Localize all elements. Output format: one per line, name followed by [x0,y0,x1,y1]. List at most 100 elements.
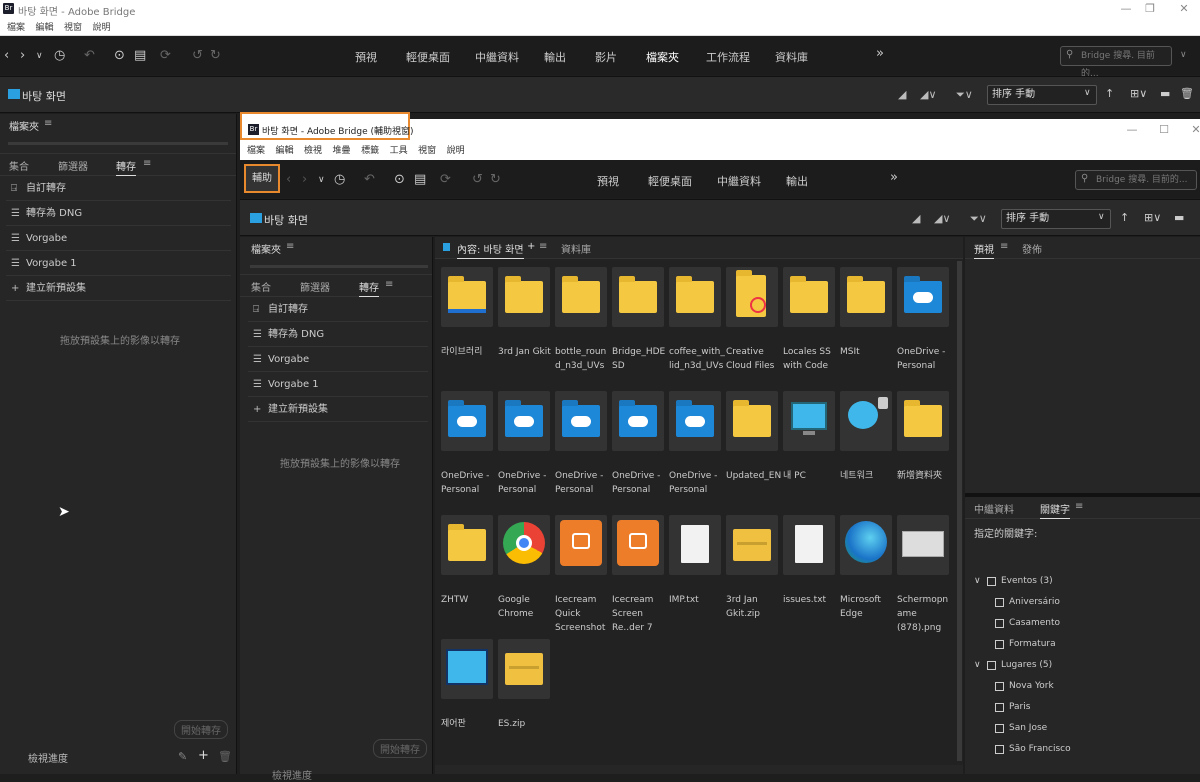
view-progress-link[interactable]: 檢視進度 [28,750,68,765]
filter-icon[interactable]: ⏷∨ [956,88,973,102]
thumbnail-item[interactable]: Google Chrome [498,515,554,633]
thumbnail[interactable] [783,391,835,451]
preset-dng[interactable]: ☰ 轉存為 DNG [6,201,231,226]
rotate-left-icon[interactable]: ↺ [472,171,483,189]
new-preset-button[interactable]: + 建立新預設集 [248,397,428,422]
thumbnail[interactable] [441,639,493,699]
rotate-left-icon[interactable]: ↺ [192,47,203,65]
menu-file[interactable]: 檔案 [247,143,265,160]
thumbnail[interactable] [840,391,892,451]
forward-icon[interactable]: › [302,171,307,189]
keyword-checkbox[interactable] [995,682,1004,691]
thumbnail-item[interactable]: OneDrive - Personal [897,267,953,385]
thumbnail-item[interactable]: ZHTW [441,515,497,633]
recent-icon[interactable]: ◷ [334,171,345,189]
preset-vorgabe-1[interactable]: ☰ Vorgabe 1 [6,251,231,276]
tab-folders[interactable]: 檔案夾 [9,118,39,133]
workspace-preview[interactable]: 預視 [355,49,377,65]
tab-metadata[interactable]: 中繼資料 [974,501,1014,516]
path-breadcrumb[interactable]: 바탕 화면 [22,88,66,104]
thumbnail-item[interactable]: 제어판 [441,639,497,757]
menu-view[interactable]: 檢視 [304,143,322,160]
thumbnail-item[interactable]: Icecream Screen Re..der 7 [612,515,668,633]
preset-dng[interactable]: ☰ 轉存為 DNG [248,322,428,347]
minimize-icon[interactable]: — [1122,123,1142,139]
minimize-icon[interactable]: — [1116,2,1136,18]
rotate-right-icon[interactable]: ↻ [490,171,501,189]
workspace-preview[interactable]: 預視 [597,173,619,189]
tab-collections[interactable]: 集合 [251,279,271,294]
thumbnail-item[interactable]: OneDrive - Personal [498,391,554,509]
thumbnail-item[interactable]: 3rd Jan Gkit.zip [726,515,782,633]
restore-icon[interactable]: ❐ [1140,2,1160,18]
workspace-library[interactable]: 資料庫 [775,49,808,65]
tab-preview[interactable]: 預視 [974,241,994,259]
menu-file[interactable]: 檔案 [7,20,25,36]
thumbnail-item[interactable]: coffee_with_lid_n3d_UVs [669,267,725,385]
chevron-down-icon[interactable]: ∨ [974,660,981,670]
keyword-checkbox[interactable] [995,745,1004,754]
quality-icon[interactable]: ◢ [912,212,920,225]
keyword-group-checkbox[interactable] [987,577,996,586]
workspace-output[interactable]: 輸出 [786,173,808,189]
folders-scrollbar[interactable] [250,265,428,268]
menu-window[interactable]: 視窗 [418,143,436,160]
chevron-down-icon[interactable]: ∨ [36,47,43,65]
trash-icon[interactable]: 🗑 [1180,87,1194,100]
menu-help[interactable]: 說明 [447,143,465,160]
menu-window[interactable]: 視窗 [64,20,82,36]
thumbnail[interactable] [441,515,493,575]
quality-icon[interactable]: ◢ [898,88,906,101]
thumbnail[interactable] [441,267,493,327]
thumbnail[interactable] [897,515,949,575]
thumbnail-item[interactable]: ES.zip [498,639,554,757]
content-menu-icon[interactable]: ≡ [539,241,547,252]
tab-library[interactable]: 資料庫 [561,241,591,256]
keyword-checkbox[interactable] [995,619,1004,628]
thumbnail[interactable] [498,515,550,575]
keyword-checkbox[interactable] [995,598,1004,607]
workspace-light-table[interactable]: 輕便桌面 [648,173,692,189]
thumbnail-item[interactable]: Icecream Quick Screenshot [555,515,611,633]
panel-menu-icon[interactable]: ≡ [44,118,52,129]
workspace-output[interactable]: 輸出 [544,49,566,65]
refine-icon[interactable]: ▤ [414,171,426,189]
thumbnail[interactable] [498,639,550,699]
thumbnail[interactable] [612,267,664,327]
thumbnail-item[interactable]: OneDrive - Personal [612,391,668,509]
keyword-checkbox[interactable] [995,703,1004,712]
chevron-down-icon[interactable]: ∨ [318,171,325,189]
rating-filter-icon[interactable]: ◢∨ [920,88,937,101]
back-icon[interactable]: ‹ [4,47,9,65]
camera-icon[interactable]: ⊙ [394,171,405,189]
workspace-light-table[interactable]: 輕便桌面 [406,49,450,65]
thumbnail[interactable] [441,391,493,451]
thumbnail[interactable] [726,391,778,451]
new-preset-button[interactable]: + 建立新預設集 [6,276,231,301]
thumbnail[interactable] [783,267,835,327]
thumbnail[interactable] [669,515,721,575]
tab-content[interactable]: 內容: 바탕 화면 [457,241,524,259]
thumbnail[interactable] [612,515,664,575]
rotate-right-icon[interactable]: ↻ [210,47,221,65]
thumbnail[interactable] [840,267,892,327]
thumbnail-item[interactable]: OneDrive - Personal [669,391,725,509]
tab-export[interactable]: 轉存 [116,158,136,176]
thumbnail-item[interactable]: IMP.txt [669,515,725,633]
thumbnail[interactable] [612,391,664,451]
add-icon[interactable]: + [198,748,209,763]
sort-ascending-icon[interactable]: ↑ [1120,211,1129,224]
workspace-metadata[interactable]: 中繼資料 [475,49,519,65]
new-folder-icon[interactable]: ▬ [1160,87,1170,100]
thumbnail[interactable] [726,515,778,575]
tab-filter[interactable]: 篩選器 [58,158,88,173]
thumbnail[interactable] [840,515,892,575]
preset-custom-export[interactable]: ⍈ 自訂轉存 [6,176,231,201]
preset-vorgabe[interactable]: ☰ Vorgabe [248,347,428,372]
rating-filter-icon[interactable]: ◢∨ [934,212,951,225]
thumbnail-item[interactable]: OneDrive - Personal [441,391,497,509]
tab-keywords[interactable]: 關鍵字 [1040,501,1070,519]
start-export-button[interactable]: 開始轉存 [373,739,427,758]
return-icon[interactable]: ↶ [364,171,375,189]
thumbnail-item[interactable]: 라이브러리 [441,267,497,385]
